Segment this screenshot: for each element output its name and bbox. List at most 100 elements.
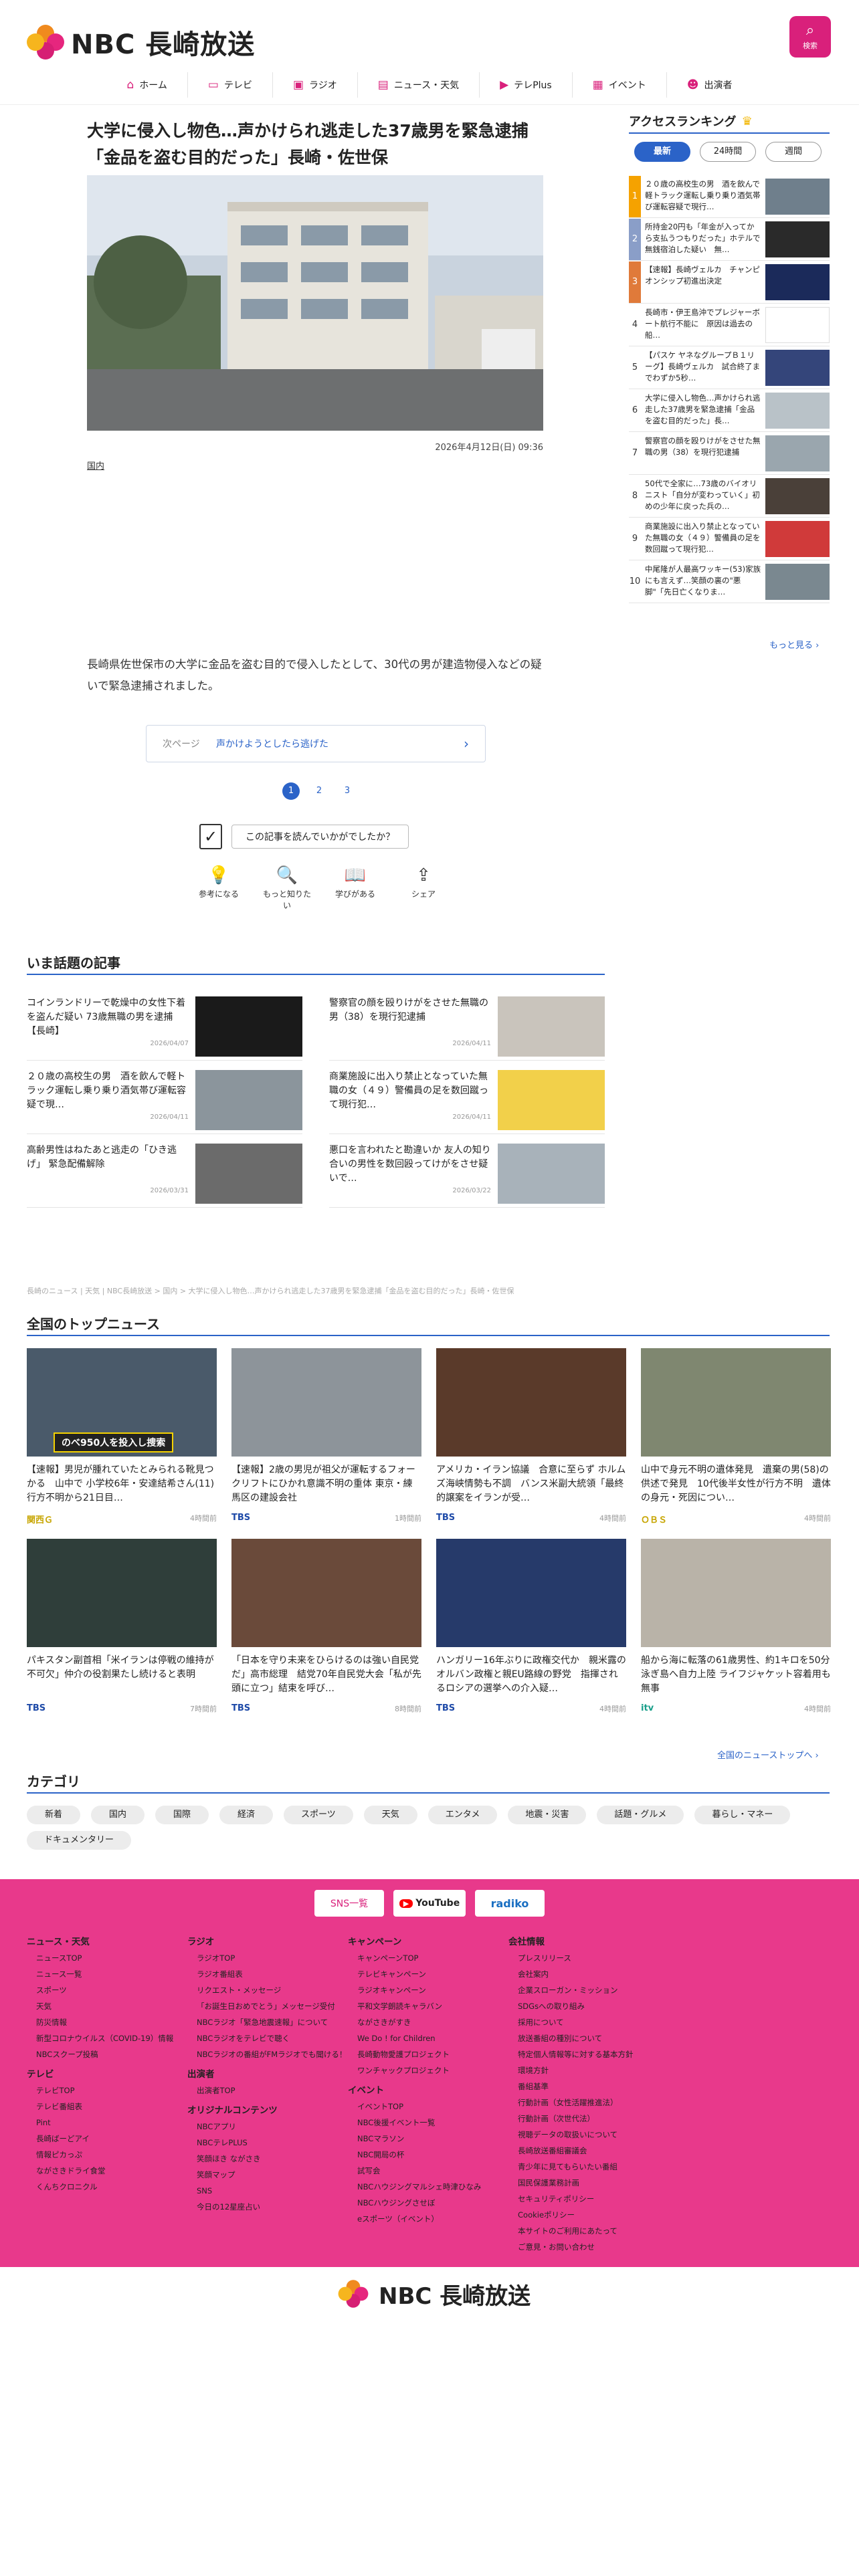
footer-link[interactable]: 特定個人情報等に対する基本方針 [508,2046,669,2062]
category-chip[interactable]: ドキュメンタリー [27,1831,132,1850]
ranking-item[interactable]: 3 【速報】長崎ヴェルカ チャンピオンシップ初進出決定 [629,261,830,304]
footer-link[interactable]: 長崎ばーどアイ [27,2131,187,2147]
footer-heading[interactable]: イベント [348,2082,508,2099]
footer-link[interactable]: ラジオキャンペーン [348,1982,508,1998]
youtube-link[interactable]: ▶ YouTube [393,1890,466,1917]
reaction-button[interactable]: 🔍 もっと知りたい [262,863,312,911]
footer-link[interactable]: ながさきがすき [348,2014,508,2030]
footer-link[interactable]: NBC開局の杯 [348,2147,508,2163]
footer-logo[interactable]: NBC 長崎放送 [335,2276,531,2311]
category-chip[interactable]: エンタメ [427,1806,498,1824]
ranking-tab[interactable]: 24時間 [700,142,756,162]
footer-link[interactable]: スポーツ [27,1982,187,1998]
trending-item[interactable]: 高齢男性はねたあと逃走の「ひき逃げ」 緊急配備解除 2026/03/31 [27,1134,302,1208]
footer-link[interactable]: ワンチャックプロジェクト [348,2062,508,2078]
footer-heading[interactable]: キャンペーン [348,1934,508,1950]
footer-link[interactable]: We Do ! for Children [348,2030,508,2046]
footer-link[interactable]: 今日の12星座占い [187,2199,348,2215]
topnews-card[interactable]: 山中で身元不明の遺体発見 遺棄の男(58)の供述で発見 10代後半女性が行方不明… [641,1348,831,1525]
footer-link[interactable]: ご意見・お問い合わせ [508,2239,669,2255]
radiko-link[interactable]: radiko [475,1890,545,1917]
footer-link[interactable]: 番組基準 [508,2078,669,2095]
footer-heading[interactable]: ラジオ [187,1934,348,1950]
footer-link[interactable]: ニュースTOP [27,1950,187,1966]
footer-link[interactable]: NBCテレPLUS [187,2135,348,2151]
ranking-item[interactable]: 2 所持金20円も「年金が入ってから支払うつもりだった」ホテルで無銭宿泊した疑い … [629,218,830,261]
nav-item[interactable]: ☻ 出演者 [666,72,753,98]
footer-link[interactable]: NBCアプリ [187,2119,348,2135]
footer-link[interactable]: テレビ番組表 [27,2099,187,2115]
footer-link[interactable]: 長崎動物愛護プロジェクト [348,2046,508,2062]
footer-link[interactable]: 「お誕生日おめでとう」メッセージ受付 [187,1998,348,2014]
ranking-item[interactable]: 10 中尾隆が人最高ワッキー(53)家族にも言えず…笑顔の裏の"悪脚"「先日亡くな… [629,560,830,603]
footer-link[interactable]: 情報ピカっぷ [27,2147,187,2163]
footer-link[interactable]: 会社案内 [508,1966,669,1982]
footer-link[interactable]: NBC後援イベント一覧 [348,2115,508,2131]
sns-list-button[interactable]: SNS一覧 [314,1890,384,1917]
topnews-card[interactable]: のべ950人を投入し捜索 【速報】男児が腫れていたとみられる靴見つかる 山中で 小… [27,1348,217,1525]
category-chip[interactable]: 新着 [27,1806,80,1824]
footer-link[interactable]: 笑顔ほき ながさき [187,2151,348,2167]
category-chip[interactable]: 国内 [91,1806,145,1824]
page-link[interactable]: 3 [339,782,356,800]
ranking-item[interactable]: 8 50代で全家に…73歳のバイオリニスト「自分が変わっていく」初めの少年に戻った… [629,475,830,518]
footer-link[interactable]: NBCハウジングマルシェ時津ひなみ [348,2179,508,2195]
footer-link[interactable]: NBCハウジングさせぼ [348,2195,508,2211]
footer-link[interactable]: Cookieポリシー [508,2207,669,2223]
footer-link[interactable]: ながさきドライ食堂 [27,2163,187,2179]
category-chip[interactable]: 国際 [155,1806,209,1824]
footer-link[interactable]: キャンペーンTOP [348,1950,508,1966]
nav-item[interactable]: ▣ ラジオ [272,72,357,98]
footer-link[interactable]: くんちクロニクル [27,2179,187,2195]
topnews-card[interactable]: 船から海に転落の61歳男性、約1キロを50分泳ぎ島へ自力上陸 ライフジャケット容… [641,1539,831,1714]
category-chip[interactable]: 天気 [363,1806,417,1824]
footer-link[interactable]: 行動計画（女性活躍推進法） [508,2095,669,2111]
page-link[interactable]: 1 [282,782,300,800]
next-page-link[interactable]: 次ページ 声かけようとしたら逃げた › [146,725,486,762]
trending-item[interactable]: コインランドリーで乾燥中の女性下着を盗んだ疑い 73歳無職の男を逮捕【長崎】 20… [27,987,302,1061]
footer-link[interactable]: 青少年に見てもらいたい番組 [508,2159,669,2175]
footer-heading[interactable]: 会社情報 [508,1934,669,1950]
footer-link[interactable]: NBCラジオの番組がFMラジオでも聞ける！ [187,2046,348,2062]
site-logo[interactable]: NBC 長崎放送 [27,23,255,62]
trending-item[interactable]: 商業施設に出入り禁止となっていた無職の女（４９）警備員の足を数回蹴って現行犯… 2… [329,1061,605,1134]
footer-link[interactable]: 行動計画（次世代法） [508,2111,669,2127]
footer-link[interactable]: セキュリティポリシー [508,2191,669,2207]
footer-link[interactable]: 採用について [508,2014,669,2030]
footer-link[interactable]: ニュース一覧 [27,1966,187,1982]
footer-link[interactable]: 本サイトのご利用にあたって [508,2223,669,2239]
category-chip[interactable]: 経済 [219,1806,273,1824]
topnews-card[interactable]: 【速報】2歳の男児が祖父が運転するフォークリフトにひかれ意識不明の重体 東京・練… [231,1348,421,1525]
nav-item[interactable]: ▶ テレPlus [479,72,572,98]
search-button[interactable]: ⌕ 検索 [789,16,831,58]
footer-link[interactable]: 環境方針 [508,2062,669,2078]
footer-link[interactable]: 天気 [27,1998,187,2014]
trending-item[interactable]: 悪口を言われたと勘違いか 友人の知り合いの男性を数回殴ってけがをさせ疑いで… 20… [329,1134,605,1208]
footer-heading[interactable]: テレビ [27,2066,187,2082]
footer-link[interactable]: 出演者TOP [187,2082,348,2099]
footer-link[interactable]: 視聴データの取扱いについて [508,2127,669,2143]
footer-link[interactable]: リクエスト・メッセージ [187,1982,348,1998]
category-chip[interactable]: 話題・グルメ [597,1806,684,1824]
trending-item[interactable]: ２０歳の高校生の男 酒を飲んで軽トラック運転し乗り乗り酒気帯び運転容疑で現… 20… [27,1061,302,1134]
footer-link[interactable]: SDGsへの取り組み [508,1998,669,2014]
footer-link[interactable]: 試写会 [348,2163,508,2179]
footer-link[interactable]: 企業スローガン・ミッション [508,1982,669,1998]
footer-link[interactable]: 新型コロナウイルス（COVID-19）情報 [27,2030,187,2046]
footer-link[interactable]: ラジオ番組表 [187,1966,348,1982]
topnews-card[interactable]: ハンガリー16年ぶりに政権交代か 親米露のオルバン政権と親EU路線の野党 指揮さ… [436,1539,626,1714]
ranking-item[interactable]: 5 【パスケ ヤネなグループＢ１リーグ】長崎ヴェルカ 試合終了までわずか5秒… [629,346,830,389]
topnews-card[interactable]: アメリカ・イラン協議 合意に至らず ホルムズ海峡情勢も不調 バンス米副大統領「最… [436,1348,626,1525]
reaction-button[interactable]: 📖 学びがある [330,863,380,911]
footer-link[interactable]: NBCラジオ「緊急地震速報」について [187,2014,348,2030]
topnews-more-link[interactable]: 全国のニューストップへ › [717,1748,819,1761]
footer-link[interactable]: NBCスクープ投稿 [27,2046,187,2062]
category-chip[interactable]: 地震・災害 [508,1806,587,1824]
reaction-button[interactable]: ⇪ シェア [399,863,448,911]
nav-item[interactable]: ▤ ニュース・天気 [357,72,479,98]
reaction-button[interactable]: 💡 参考になる [194,863,244,911]
ranking-item[interactable]: 7 警察官の顔を殴りけがをさせた無職の男（38）を現行犯逮捕 [629,432,830,475]
trending-item[interactable]: 警察官の顔を殴りけがをさせた無職の男（38）を現行犯逮捕 2026/04/11 [329,987,605,1061]
footer-heading[interactable]: ニュース・天気 [27,1934,187,1950]
ranking-item[interactable]: 9 商業施設に出入り禁止となっていた無職の女（４９）警備員の足を数回蹴って現行犯… [629,518,830,560]
